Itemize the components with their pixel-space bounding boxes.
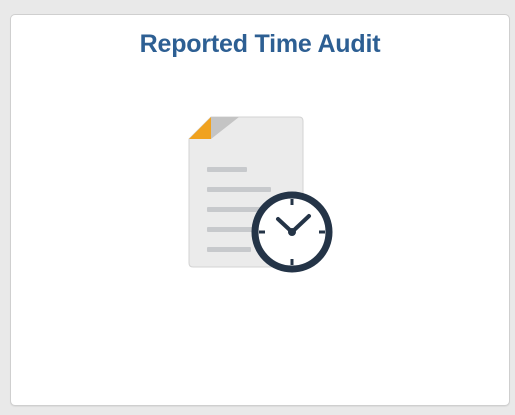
reported-time-audit-tile[interactable]: Reported Time Audit: [10, 14, 510, 406]
app-frame: Reported Time Audit: [0, 0, 515, 415]
document-clock-icon: [181, 115, 341, 275]
tile-title: Reported Time Audit: [139, 30, 381, 58]
